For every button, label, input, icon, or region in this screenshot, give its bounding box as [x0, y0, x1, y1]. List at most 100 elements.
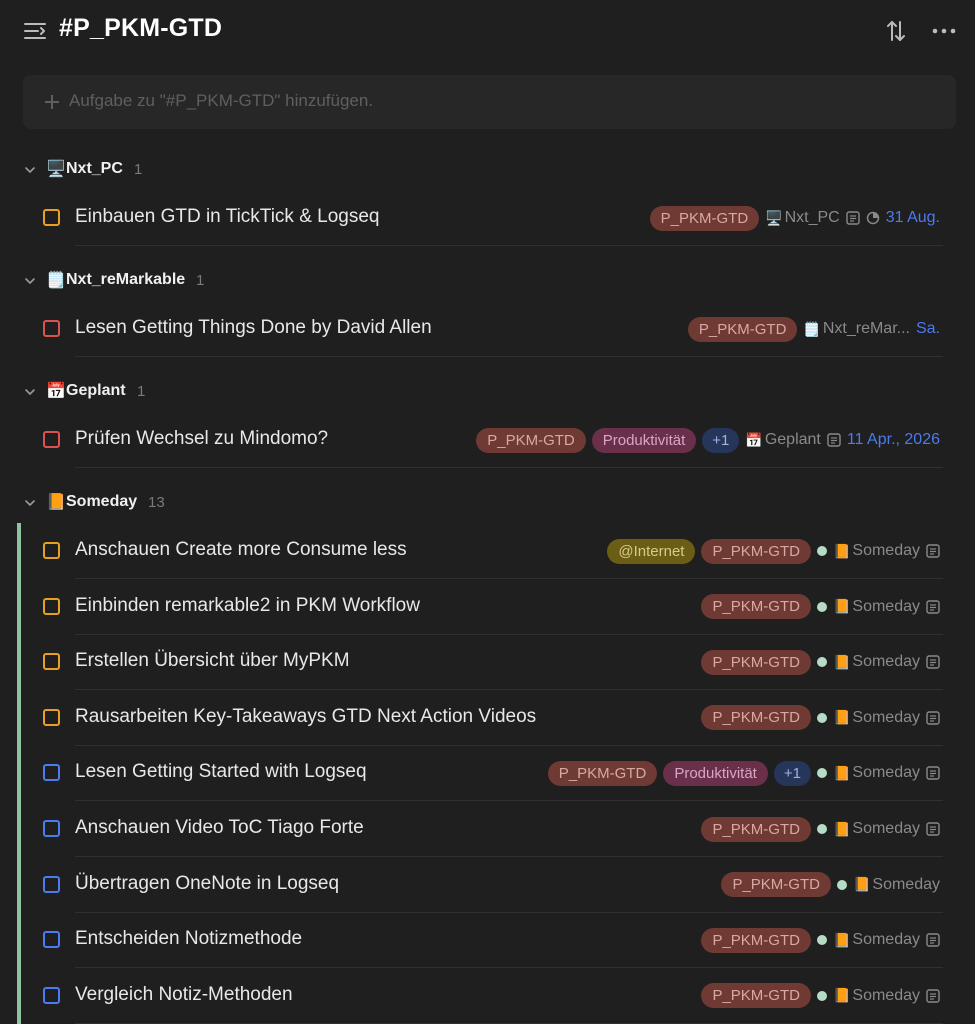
tag-chip[interactable]: P_PKM-GTD — [701, 594, 811, 620]
tag-chip[interactable]: @Internet — [607, 538, 696, 564]
tag-chip[interactable]: P_PKM-GTD — [476, 427, 586, 453]
task-meta: P_PKM-GTD 📙 Someday — [721, 872, 940, 898]
task-title[interactable]: Vergleich Notiz-Methoden — [75, 984, 293, 1006]
task-list-label[interactable]: 📙 Someday — [833, 820, 920, 838]
task-title[interactable]: Anschauen Create more Consume less — [75, 539, 407, 561]
task-title[interactable]: Anschauen Video ToC Tiago Forte — [75, 817, 364, 839]
section-header: 📅 Geplant 1 — [0, 378, 975, 406]
note-icon — [926, 711, 940, 725]
chevron-down-icon[interactable] — [24, 165, 36, 175]
due-date[interactable]: 31 Aug. — [886, 209, 940, 227]
task-meta: P_PKM-GTD Produktivität +1 📙 Someday — [547, 760, 940, 786]
list-emoji-icon: 📙 — [832, 987, 851, 1004]
due-date[interactable]: 11 Apr., 2026 — [847, 431, 940, 449]
section-title[interactable]: Geplant — [66, 382, 126, 400]
task-row[interactable]: Anschauen Video ToC Tiago Forte P_PKM-GTD… — [0, 801, 975, 857]
chevron-down-icon[interactable] — [24, 276, 36, 286]
task-list-label[interactable]: 📙 Someday — [833, 931, 920, 949]
task-checkbox[interactable] — [43, 931, 60, 949]
tag-chip[interactable]: P_PKM-GTD — [547, 760, 658, 786]
task-list-label[interactable]: 📙 Someday — [833, 709, 920, 727]
task-row[interactable]: Einbinden remarkable2 in PKM Workflow P_P… — [0, 579, 975, 635]
tag-chip[interactable]: P_PKM-GTD — [687, 316, 798, 342]
tag-chip[interactable]: Produktivität — [591, 427, 697, 453]
task-checkbox[interactable] — [43, 986, 60, 1004]
more-tags-badge[interactable]: +1 — [702, 427, 740, 453]
task-list-label[interactable]: 📙 Someday — [833, 653, 920, 671]
section-title[interactable]: Nxt_reMarkable — [66, 271, 185, 289]
list-emoji-icon: 📙 — [832, 764, 851, 781]
tag-chip[interactable]: P_PKM-GTD — [701, 816, 811, 842]
task-checkbox[interactable] — [43, 764, 60, 782]
row-divider — [75, 356, 943, 357]
task-checkbox[interactable] — [43, 320, 60, 337]
task-row[interactable]: Lesen Getting Things Done by David Allen… — [0, 301, 975, 357]
task-title[interactable]: Einbinden remarkable2 in PKM Workflow — [75, 595, 420, 617]
tag-chip[interactable]: P_PKM-GTD — [701, 538, 811, 564]
task-row[interactable]: Lesen Getting Started with Logseq P_PKM-G… — [0, 745, 975, 802]
chevron-down-icon[interactable] — [24, 387, 36, 397]
task-title[interactable]: Lesen Getting Things Done by David Allen — [75, 317, 432, 339]
task-row[interactable]: Prüfen Wechsel zu Mindomo? P_PKM-GTD Produ… — [0, 412, 975, 468]
more-options-icon[interactable] — [931, 20, 957, 42]
task-list-label[interactable]: 📙 Someday — [833, 598, 920, 616]
task-list-label[interactable]: 📙 Someday — [833, 764, 920, 782]
tag-chip[interactable]: Produktivität — [663, 760, 768, 786]
task-list-label[interactable]: 📅 Geplant — [745, 431, 820, 449]
task-meta: P_PKM-GTD 📙 Someday — [701, 649, 940, 675]
task-row[interactable]: Anschauen Create more Consume less @Inter… — [0, 523, 975, 579]
recurring-icon — [866, 211, 879, 225]
task-list-label[interactable]: 📙 Someday — [833, 987, 920, 1005]
sidebar-menu-icon[interactable] — [24, 20, 46, 42]
list-emoji-icon: 📅 — [745, 431, 763, 448]
task-title[interactable]: Lesen Getting Started with Logseq — [75, 761, 367, 783]
task-list-label[interactable]: 🖥️ Nxt_PC — [765, 209, 840, 227]
list-name: Someday — [852, 764, 920, 782]
task-title[interactable]: Prüfen Wechsel zu Mindomo? — [75, 428, 328, 450]
add-task-input[interactable]: Aufgabe zu "#P_PKM-GTD" hinzufügen. — [23, 75, 956, 129]
section-title[interactable]: Nxt_PC — [66, 160, 123, 178]
task-checkbox[interactable] — [43, 597, 60, 615]
task-title[interactable]: Übertragen OneNote in Logseq — [75, 873, 339, 895]
task-checkbox[interactable] — [43, 875, 60, 893]
list-name: Nxt_PC — [784, 209, 840, 226]
section-emoji-icon: 🗒️ — [46, 272, 66, 289]
task-list-label[interactable]: 📙 Someday — [833, 542, 920, 560]
chevron-down-icon[interactable] — [24, 498, 36, 508]
task-list-label[interactable]: 🗒️ Nxt_reMar... — [803, 320, 910, 338]
due-date[interactable]: Sa. — [916, 320, 940, 338]
list-emoji-icon: 📙 — [832, 709, 851, 726]
list-name: Someday — [872, 875, 940, 893]
tag-chip[interactable]: P_PKM-GTD — [649, 205, 760, 231]
task-title[interactable]: Entscheiden Notizmethode — [75, 928, 302, 950]
sort-icon[interactable] — [885, 19, 907, 43]
task-checkbox[interactable] — [43, 820, 60, 837]
note-icon — [926, 599, 940, 614]
tag-chip[interactable]: P_PKM-GTD — [701, 983, 811, 1009]
task-row[interactable]: Rausarbeiten Key-Takeaways GTD Next Acti… — [0, 690, 975, 746]
tag-chip[interactable]: P_PKM-GTD — [721, 872, 831, 898]
more-tags-badge[interactable]: +1 — [773, 760, 811, 786]
task-title[interactable]: Einbauen GTD in TickTick & Logseq — [75, 206, 380, 228]
task-checkbox[interactable] — [43, 209, 60, 226]
section-title[interactable]: Someday — [66, 493, 137, 511]
task-row[interactable]: Vergleich Notiz-Methoden P_PKM-GTD 📙 Someda… — [0, 968, 975, 1024]
task-row[interactable]: Übertragen OneNote in Logseq P_PKM-GTD 📙 So… — [0, 857, 975, 913]
task-meta: P_PKM-GTD 🗒️ Nxt_reMar... Sa. — [687, 316, 940, 342]
task-checkbox[interactable] — [43, 431, 60, 448]
list-name: Nxt_reMar... — [822, 320, 910, 337]
task-checkbox[interactable] — [43, 708, 60, 726]
task-checkbox[interactable] — [43, 653, 60, 671]
task-row[interactable]: Erstellen Übersicht über MyPKM P_PKM-GTD 📙… — [0, 634, 975, 691]
tag-chip[interactable]: P_PKM-GTD — [701, 927, 811, 953]
list-emoji-icon: 📙 — [832, 653, 851, 670]
task-title[interactable]: Rausarbeiten Key-Takeaways GTD Next Acti… — [75, 706, 536, 728]
task-row[interactable]: Einbauen GTD in TickTick & Logseq P_PKM-G… — [0, 190, 975, 246]
task-row[interactable]: Entscheiden Notizmethode P_PKM-GTD 📙 Someda… — [0, 912, 975, 969]
row-divider — [75, 467, 943, 468]
task-checkbox[interactable] — [43, 542, 60, 559]
tag-chip[interactable]: P_PKM-GTD — [701, 649, 811, 675]
tag-chip[interactable]: P_PKM-GTD — [701, 705, 811, 731]
task-list-label[interactable]: 📙 Someday — [853, 876, 940, 894]
task-title[interactable]: Erstellen Übersicht über MyPKM — [75, 650, 350, 672]
